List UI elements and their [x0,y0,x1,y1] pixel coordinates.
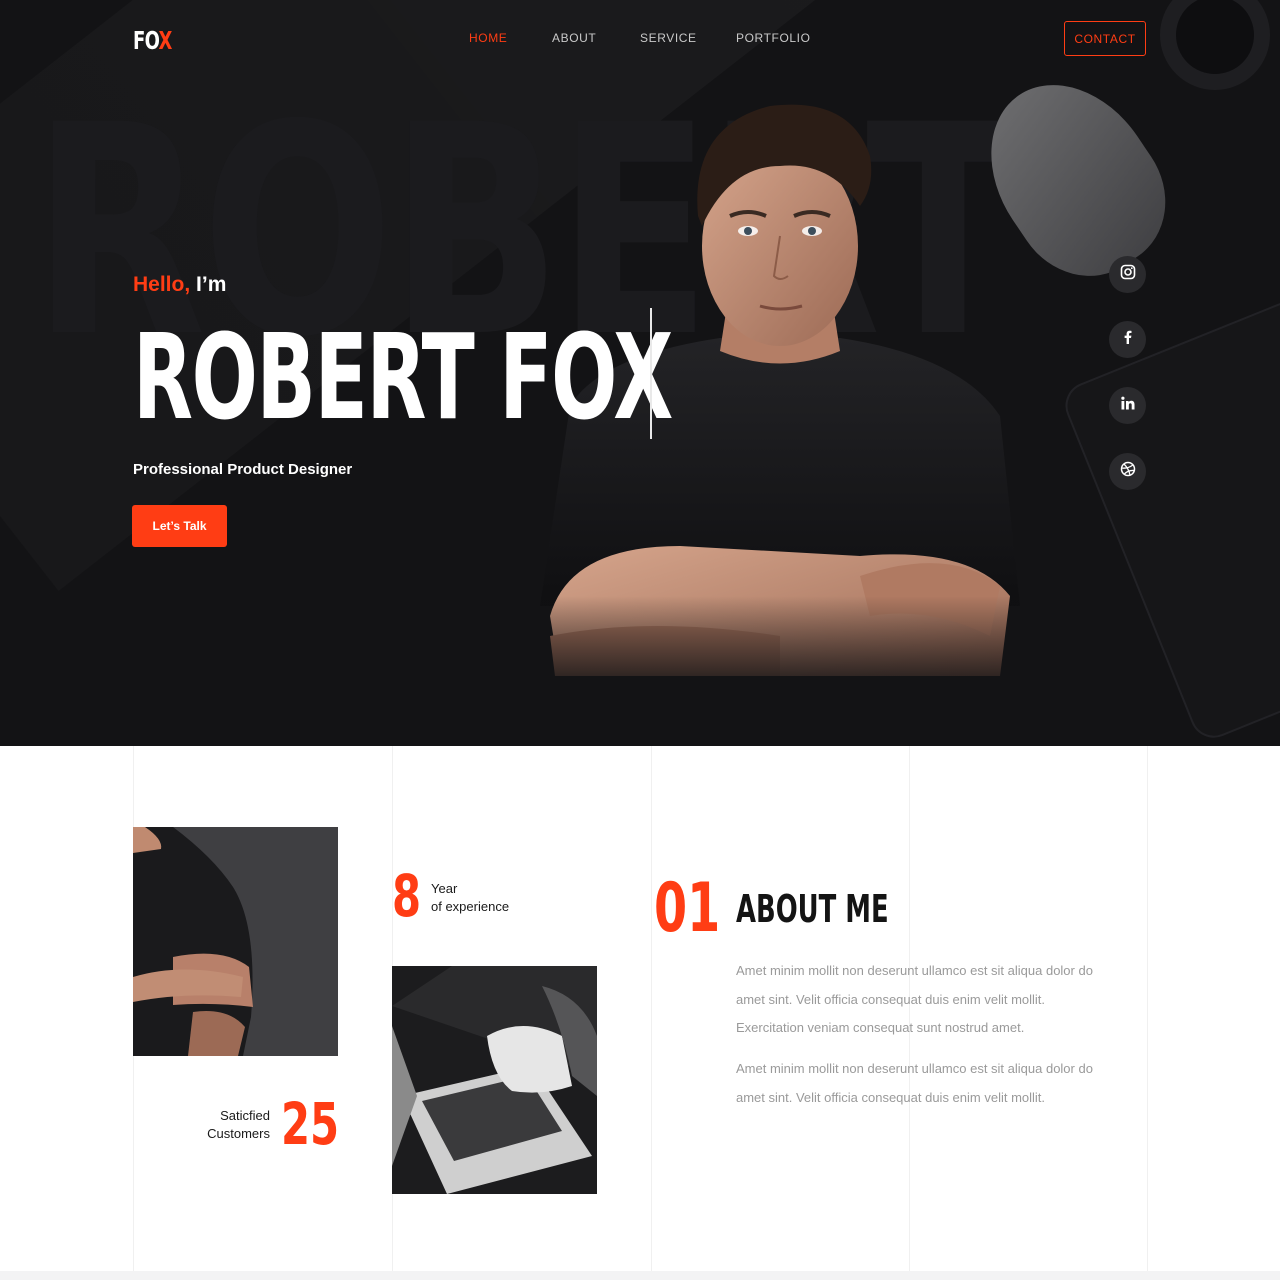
experience-label-line1: Year [431,881,458,896]
dribbble-icon [1120,461,1136,482]
about-photo-laptop [392,966,597,1194]
about-photo-torso [133,827,338,1056]
section-footer-strip [0,1271,1280,1280]
hero-section: ROBERT FOX HOME ABOUT SERVICE PORTFOLIO … [0,0,1280,746]
instagram-icon [1120,264,1136,285]
logo-text-accent: X [158,26,173,55]
social-facebook-button[interactable] [1109,321,1146,358]
nav-item-home[interactable]: HOME [469,31,507,45]
contact-button[interactable]: CONTACT [1064,21,1146,56]
grid-divider [1147,746,1148,1280]
grid-divider [651,746,652,1280]
tablet-decoration [1058,295,1280,745]
customers-stat-value: 25 [281,1090,340,1158]
lets-talk-button[interactable]: Let’s Talk [132,505,227,547]
logo[interactable]: FOX [133,26,172,55]
about-section-number: 01 [654,869,721,948]
linkedin-icon [1120,395,1136,416]
hero-name-title: ROBERT FOX [133,308,673,446]
about-section-title: ABOUT ME [736,887,889,931]
experience-label-line2: of experience [431,899,510,914]
experience-stat-value: 8 [392,862,422,930]
customers-stat-label: Saticfied Customers [192,1107,270,1143]
about-paragraph-2: Amet minim mollit non deserunt ullamco e… [736,1061,1093,1105]
greeting-rest: I’m [196,273,227,296]
nav-item-portfolio[interactable]: PORTFOLIO [736,31,811,45]
about-paragraph-1: Amet minim mollit non deserunt ullamco e… [736,963,1093,1035]
hero-greeting: Hello, I’m [133,273,226,297]
social-dribbble-button[interactable] [1109,453,1146,490]
nav-item-service[interactable]: SERVICE [640,31,697,45]
customers-label-line1: Saticfied [220,1108,270,1123]
greeting-accent: Hello, [133,273,191,296]
facebook-icon [1120,329,1136,350]
text-cursor [650,308,652,439]
social-instagram-button[interactable] [1109,256,1146,293]
customers-label-line2: Customers [207,1126,270,1141]
social-linkedin-button[interactable] [1109,387,1146,424]
hero-subtitle: Professional Product Designer [133,461,353,478]
experience-stat-label: Year of experience [431,880,509,916]
camera-lens-decoration [1160,0,1270,90]
nav-item-about[interactable]: ABOUT [552,31,596,45]
logo-text-primary: FO [133,26,159,55]
